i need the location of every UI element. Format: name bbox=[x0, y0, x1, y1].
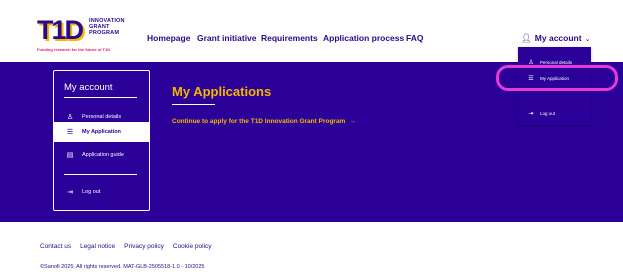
folder-icon: ▤ bbox=[66, 152, 74, 159]
logout-icon: ⇥ bbox=[67, 189, 73, 196]
footer-link-contact-us[interactable]: Contact us bbox=[40, 243, 71, 250]
person-icon: 👤︎ bbox=[521, 33, 532, 43]
logo-words: INNOVATION GRANT PROGRAM bbox=[89, 18, 125, 36]
nav-application-process[interactable]: Application process bbox=[323, 33, 406, 43]
sidebar-item-label: Personal details bbox=[82, 114, 122, 120]
sidebar-title-underline bbox=[64, 97, 137, 98]
page-title-underline bbox=[172, 104, 215, 105]
person-icon: ♙ bbox=[66, 114, 74, 121]
footer-link-cookie-policy[interactable]: Cookie policy bbox=[173, 243, 212, 250]
page-title: My Applications bbox=[172, 84, 272, 99]
nav-homepage[interactable]: Homepage bbox=[147, 33, 197, 43]
sidebar-item-application-guide[interactable]: ▤ Application guide bbox=[54, 145, 149, 165]
footer-link-privacy-policy[interactable]: Privacy policy bbox=[124, 243, 164, 250]
dropdown-item-log-out[interactable]: ⇥ Log out bbox=[518, 106, 591, 120]
sidebar-item-label: Log out bbox=[82, 189, 101, 195]
sidebar-item-log-out[interactable]: ⇥ Log out bbox=[54, 182, 149, 202]
dropdown-item-label: Log out bbox=[540, 110, 556, 116]
brand-logo[interactable]: T1D INNOVATION GRANT PROGRAM Funding res… bbox=[37, 17, 127, 55]
nav-faq[interactable]: FAQ bbox=[406, 33, 436, 43]
logo-tagline: Funding research for the future of T1D bbox=[37, 47, 111, 52]
sidebar-item-label: My Application bbox=[82, 129, 121, 135]
highlight-annotation bbox=[496, 65, 618, 91]
sidebar-item-label: Application guide bbox=[82, 152, 124, 158]
arrow-right-icon: → bbox=[349, 118, 356, 125]
sidebar-divider bbox=[64, 174, 137, 175]
sidebar-item-my-application[interactable]: ☰ My Application bbox=[54, 122, 149, 142]
nav-requirements[interactable]: Requirements bbox=[261, 33, 323, 43]
document-icon: ☰ bbox=[66, 129, 74, 136]
copyright-text: ©Sanofi 2025. All rights reserved. MAT-G… bbox=[40, 264, 205, 270]
account-sidebar: My account ♙ Personal details ☰ My Appli… bbox=[53, 70, 150, 211]
my-account-label: My account bbox=[534, 33, 582, 43]
main-nav: Homepage Grant initiative Requirements A… bbox=[147, 33, 436, 43]
logo-mark: T1D bbox=[37, 15, 84, 45]
footer-links: Contact us Legal notice Privacy policy C… bbox=[40, 243, 221, 250]
dropdown-item-label: Personal details bbox=[540, 59, 573, 65]
my-account-menu-button[interactable]: 👤︎ My account ⌄ bbox=[521, 33, 590, 44]
continue-application-link[interactable]: Continue to apply for the T1D Innovation… bbox=[172, 118, 356, 125]
sidebar-title: My account bbox=[64, 82, 113, 93]
nav-grant-initiative[interactable]: Grant initiative bbox=[197, 33, 261, 43]
logout-icon: ⇥ bbox=[528, 110, 534, 117]
chevron-down-icon: ⌄ bbox=[584, 36, 591, 43]
footer-link-legal-notice[interactable]: Legal notice bbox=[80, 243, 115, 250]
